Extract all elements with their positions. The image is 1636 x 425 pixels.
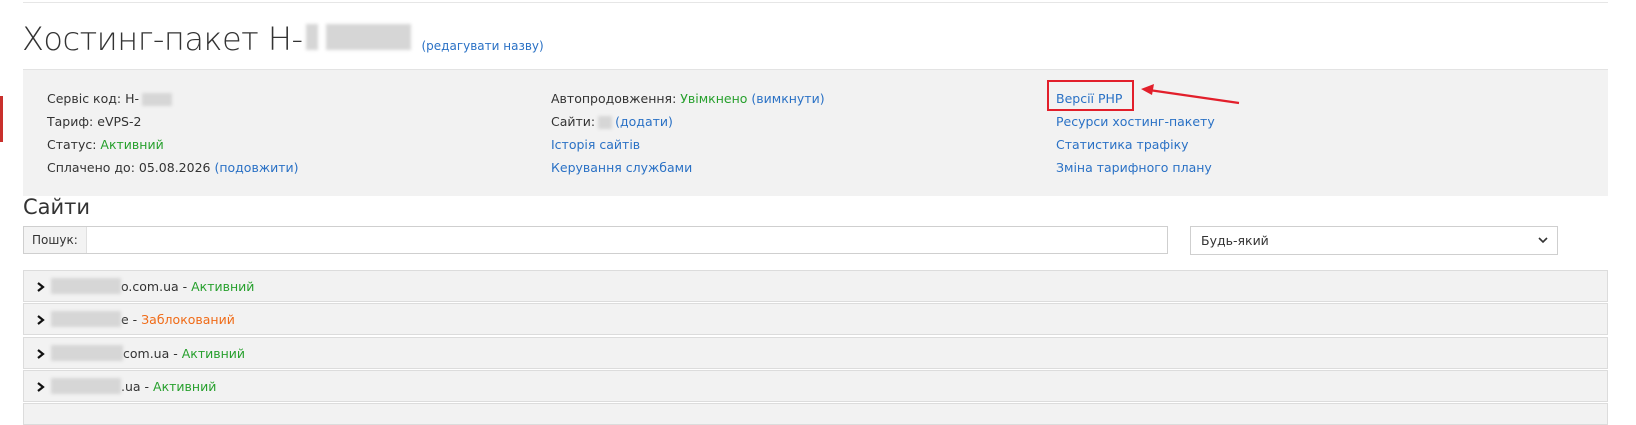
site-status-separator: - xyxy=(178,278,192,294)
tariff-row: Тариф: eVPS-2 xyxy=(47,113,299,136)
chevron-right-icon[interactable] xyxy=(36,281,45,293)
top-divider xyxy=(23,2,1608,3)
sites-history-row: Історія сайтів xyxy=(551,136,825,159)
sites-history-link[interactable]: Історія сайтів xyxy=(551,137,640,152)
site-status: Активний xyxy=(181,345,246,361)
site-search: Пошук: xyxy=(23,226,1168,254)
sites-section-title: Сайти xyxy=(23,195,91,219)
redacted-domain xyxy=(51,311,121,327)
add-site-link[interactable]: (додати) xyxy=(615,114,673,129)
redacted-package-id-part xyxy=(306,24,319,50)
sites-label: Сайти: xyxy=(551,114,596,129)
search-input[interactable] xyxy=(86,227,1167,253)
redacted-domain xyxy=(51,278,121,294)
redacted-sites-count xyxy=(598,116,613,129)
site-status-separator: - xyxy=(169,345,182,361)
status-filter-select[interactable]: Будь-який xyxy=(1190,226,1558,255)
chevron-down-icon xyxy=(1538,237,1548,244)
traffic-stats-link[interactable]: Статистика трафіку xyxy=(1056,137,1189,152)
services-row: Керування службами xyxy=(551,159,825,182)
resources-row: Ресурси хостинг-пакету xyxy=(1056,113,1215,136)
site-status-separator: - xyxy=(128,311,142,327)
site-status: Активний xyxy=(153,378,217,394)
info-column-sites: Автопродовження: Увімкнено (вимкнути) Са… xyxy=(551,90,825,182)
page-title: Хостинг-пакет H- (редагувати назву) xyxy=(22,20,544,60)
rename-link[interactable]: (редагувати назву) xyxy=(421,39,543,53)
paid-until-label: Сплачено до: xyxy=(47,160,135,175)
sites-count-row: Сайти: (додати) xyxy=(551,113,825,136)
info-panel: Сервіс код: H- Тариф: eVPS-2 Статус: Акт… xyxy=(23,69,1608,196)
site-status: Заблокований xyxy=(141,311,235,327)
extend-link[interactable]: (подовжити) xyxy=(214,160,298,175)
autorenew-label: Автопродовження: xyxy=(551,91,677,106)
search-label: Пошук: xyxy=(24,227,87,253)
site-row-label: e - Заблокований xyxy=(51,310,235,328)
chevron-right-icon[interactable] xyxy=(36,348,45,360)
site-status-separator: - xyxy=(140,378,154,394)
redacted-service-code xyxy=(141,93,172,106)
site-row[interactable]: com.ua - Активний xyxy=(23,337,1608,369)
site-status: Активний xyxy=(191,278,255,294)
redacted-domain xyxy=(51,345,123,361)
site-domain-suffix: e xyxy=(121,311,129,327)
site-domain-suffix: o.com.ua xyxy=(121,278,179,294)
service-code-label: Сервіс код: H- xyxy=(47,91,139,106)
redacted-package-id xyxy=(326,24,412,50)
status-value: Активний xyxy=(100,137,164,152)
status-filter-value: Будь-який xyxy=(1201,233,1269,248)
manage-services-link[interactable]: Керування службами xyxy=(551,160,692,175)
package-resources-link[interactable]: Ресурси хостинг-пакету xyxy=(1056,114,1215,129)
autorenew-row: Автопродовження: Увімкнено (вимкнути) xyxy=(551,90,825,113)
paid-until-row: Сплачено до: 05.08.2026 (подовжити) xyxy=(47,159,299,182)
site-row-label: .ua - Активний xyxy=(51,377,216,395)
service-code-row: Сервіс код: H- xyxy=(47,90,299,113)
site-row-label: o.com.ua - Активний xyxy=(51,277,254,295)
status-row: Статус: Активний xyxy=(47,136,299,159)
site-row[interactable]: o.com.ua - Активний xyxy=(23,270,1608,302)
site-domain-suffix: .ua xyxy=(121,378,141,394)
status-label: Статус: xyxy=(47,137,97,152)
redacted-domain xyxy=(51,378,121,394)
arrow-icon xyxy=(1141,84,1240,105)
site-row[interactable]: .ua - Активний xyxy=(23,370,1608,402)
tariff-label: Тариф: xyxy=(47,114,94,129)
paid-until-value: 05.08.2026 xyxy=(138,160,211,175)
chevron-right-icon[interactable] xyxy=(36,381,45,393)
traffic-row: Статистика трафіку xyxy=(1056,136,1215,159)
change-plan-row: Зміна тарифного плану xyxy=(1056,159,1215,182)
site-row-label: com.ua - Активний xyxy=(51,344,245,362)
chevron-right-icon[interactable] xyxy=(36,314,45,326)
autorenew-toggle-link[interactable]: (вимкнути) xyxy=(751,91,824,106)
annotation-highlight-box xyxy=(1047,80,1134,111)
site-row[interactable] xyxy=(23,403,1608,425)
tariff-value: eVPS-2 xyxy=(97,114,142,129)
site-domain-suffix: com.ua xyxy=(123,345,170,361)
change-plan-link[interactable]: Зміна тарифного плану xyxy=(1056,160,1212,175)
left-accent-marker xyxy=(0,96,3,142)
autorenew-value: Увімкнено xyxy=(680,91,748,106)
site-row[interactable]: e - Заблокований xyxy=(23,303,1608,335)
info-column-account: Сервіс код: H- Тариф: eVPS-2 Статус: Акт… xyxy=(47,90,299,182)
page-title-text: Хостинг-пакет H- xyxy=(22,20,303,58)
